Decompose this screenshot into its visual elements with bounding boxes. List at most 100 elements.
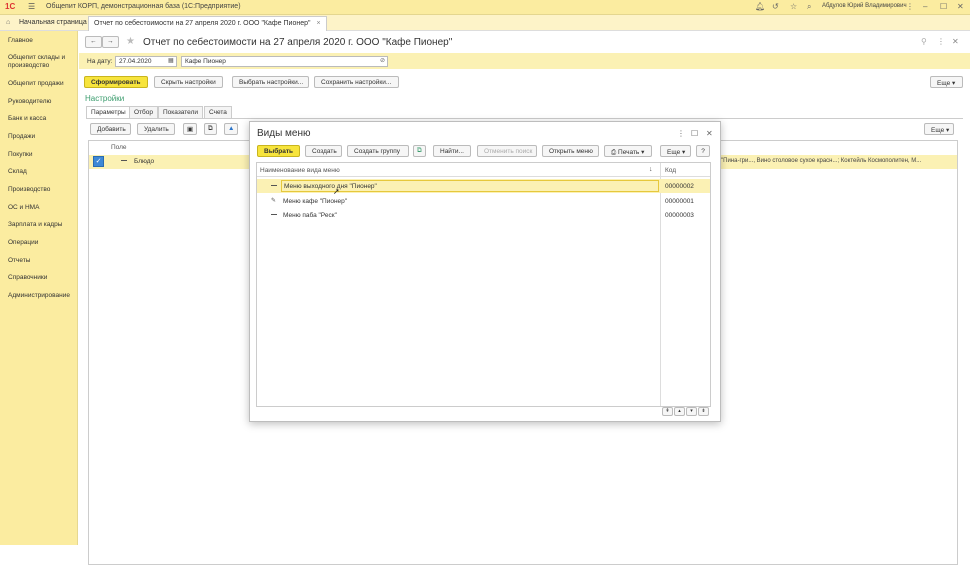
tabs-divider (86, 118, 963, 119)
user-name[interactable]: Абдулов Юрий Владимирович (822, 3, 907, 9)
row-extra-value: "Пина-гри..., Вино столовое сухое красн.… (721, 158, 922, 164)
mouse-cursor-icon: ➚ (333, 187, 340, 196)
row-value: Блюдо (134, 158, 155, 165)
maximize-icon[interactable]: ☐ (691, 129, 698, 138)
sidebar-item-catering-warehouse[interactable]: Общепит склады и производство (8, 54, 74, 70)
report-title: Отчет по себестоимости на 27 апреля 2020… (143, 37, 453, 48)
group-button[interactable]: ▣ (183, 123, 198, 135)
cancel-search-button[interactable]: Отменить поиск (477, 145, 537, 157)
scroll-down-button[interactable]: ▾ (686, 407, 697, 416)
sort-down-icon[interactable]: ↓ (649, 166, 653, 173)
scroll-top-button[interactable]: ⇞ (662, 407, 673, 416)
move-up-button[interactable]: ▲ (224, 123, 239, 135)
copy-button[interactable]: ⧉ (204, 123, 217, 135)
bell-icon[interactable]: 🔔︎ (755, 2, 765, 11)
tab-filter[interactable]: Отбор (129, 106, 158, 118)
minimize-icon[interactable]: – (923, 2, 927, 11)
close-tab-icon[interactable]: × (316, 20, 320, 27)
sidebar-item-main[interactable]: Главное (8, 37, 33, 45)
sidebar-item-warehouse[interactable]: Склад (8, 168, 27, 176)
more-icon[interactable]: ⋮ (677, 129, 685, 138)
search-icon[interactable]: ⌕ (807, 2, 811, 12)
tab-indicators[interactable]: Показатели (158, 106, 203, 118)
scroll-up-button[interactable]: ▴ (674, 407, 685, 416)
more-filter-button[interactable]: Еще ▾ (924, 123, 954, 135)
more-menu-button[interactable]: Еще ▾ (660, 145, 691, 157)
open-menu-button[interactable]: Открыть меню (542, 145, 599, 157)
item-icon (271, 185, 277, 186)
more-icon[interactable]: ⋮ (906, 2, 914, 11)
tab-parameters[interactable]: Параметры (86, 106, 131, 118)
back-button[interactable]: ← (85, 36, 102, 48)
date-label: На дату: (87, 58, 113, 65)
select-button[interactable]: Выбрать (257, 145, 300, 157)
close-icon[interactable]: ✕ (706, 129, 713, 138)
copy-icon: ⧉ (417, 147, 422, 154)
hide-settings-button[interactable]: Скрыть настройки (154, 76, 223, 88)
generate-button[interactable]: Сформировать (84, 76, 148, 88)
row-checkbox[interactable]: ✓ (93, 156, 104, 167)
more-icon[interactable]: ⋮ (937, 37, 945, 46)
tab-home[interactable]: Начальная страница (14, 16, 92, 31)
sidebar-item-bank[interactable]: Банк и касса (8, 115, 46, 123)
favorite-star-icon[interactable]: ★ (126, 36, 135, 47)
code-column-header[interactable]: Код (665, 167, 676, 174)
sidebar-item-salary[interactable]: Зарплата и кадры (8, 221, 62, 229)
maximize-icon[interactable]: ☐ (940, 2, 947, 11)
table-row[interactable]: Меню паба "Реск" 00000003 (257, 208, 710, 222)
sidebar-item-production[interactable]: Производство (8, 186, 50, 194)
row-code: 00000002 (665, 183, 694, 190)
sidebar-item-directories[interactable]: Справочники (8, 274, 47, 282)
select-settings-button[interactable]: Выбрать настройки... (232, 76, 309, 88)
find-button[interactable]: Найти... (433, 145, 471, 157)
tab-accounts[interactable]: Счета (204, 106, 232, 118)
sidebar-item-assets[interactable]: ОС и НМА (8, 204, 39, 212)
settings-link[interactable]: Настройки (85, 94, 124, 103)
create-group-button[interactable]: Создать группу (347, 145, 409, 157)
tab-label: Отчет по себестоимости на 27 апреля 2020… (94, 20, 311, 27)
title-bar: 1С ☰ Общепит КОРП, демонстрационная база… (0, 0, 970, 15)
sidebar-item-catering-sales[interactable]: Общепит продажи (8, 80, 64, 88)
printer-icon: ⎙ (611, 149, 617, 156)
delete-button[interactable]: Удалить (137, 123, 175, 135)
add-button[interactable]: Добавить (90, 123, 131, 135)
hamburger-menu-icon[interactable]: ☰ (28, 2, 35, 11)
column-field-header: Поле (111, 144, 127, 151)
sidebar: Главное Общепит склады и производство Об… (0, 31, 78, 545)
sidebar-item-sales[interactable]: Продажи (8, 133, 35, 141)
item-edit-icon: ✎ (271, 198, 277, 204)
create-button[interactable]: Создать (305, 145, 342, 157)
arrow-left-icon: ← (90, 38, 97, 45)
row-code: 00000001 (665, 198, 694, 205)
print-button[interactable]: ⎙ Печать ▾ (604, 145, 652, 157)
close-icon[interactable]: ✕ (952, 37, 959, 46)
calendar-icon[interactable]: ▦ (168, 57, 174, 64)
close-icon[interactable]: ✕ (957, 2, 964, 11)
more-menu-button[interactable]: Еще ▾ (930, 76, 963, 88)
sidebar-item-manager[interactable]: Руководителю (8, 98, 51, 106)
open-link-icon[interactable]: ⊘ (380, 57, 385, 64)
table-row[interactable]: ✎ Меню кафе "Пионер" 00000001 (257, 194, 710, 208)
star-icon[interactable]: ☆ (790, 2, 797, 11)
sidebar-item-admin[interactable]: Администрирование (8, 292, 70, 300)
organization-field[interactable]: Кафе Пионер (181, 56, 388, 67)
sidebar-item-reports[interactable]: Отчеты (8, 257, 30, 265)
forward-button[interactable]: → (102, 36, 119, 48)
home-icon[interactable]: ⌂ (6, 19, 10, 26)
table-row[interactable]: Меню выходного дня "Пионер" 00000002 (257, 179, 710, 193)
history-icon[interactable]: ↺ (772, 2, 779, 11)
link-icon[interactable]: ⚲ (921, 37, 927, 46)
app-title: Общепит КОРП, демонстрационная база (1С:… (46, 3, 241, 10)
name-column-header[interactable]: Наименование вида меню (260, 167, 340, 174)
help-button[interactable]: ? (696, 145, 710, 157)
scroll-bottom-button[interactable]: ⇟ (698, 407, 709, 416)
copy-icon: ⧉ (208, 125, 213, 132)
row-name: Меню кафе "Пионер" (283, 198, 348, 205)
save-settings-button[interactable]: Сохранить настройки... (314, 76, 399, 88)
sidebar-item-purchases[interactable]: Покупки (8, 151, 32, 159)
tab-report[interactable]: Отчет по себестоимости на 27 апреля 2020… (88, 16, 327, 31)
sidebar-item-operations[interactable]: Операции (8, 239, 38, 247)
copy-button[interactable]: ⧉ (413, 145, 426, 157)
dialog-title: Виды меню (257, 128, 311, 139)
row-name: Меню паба "Реск" (283, 212, 337, 219)
